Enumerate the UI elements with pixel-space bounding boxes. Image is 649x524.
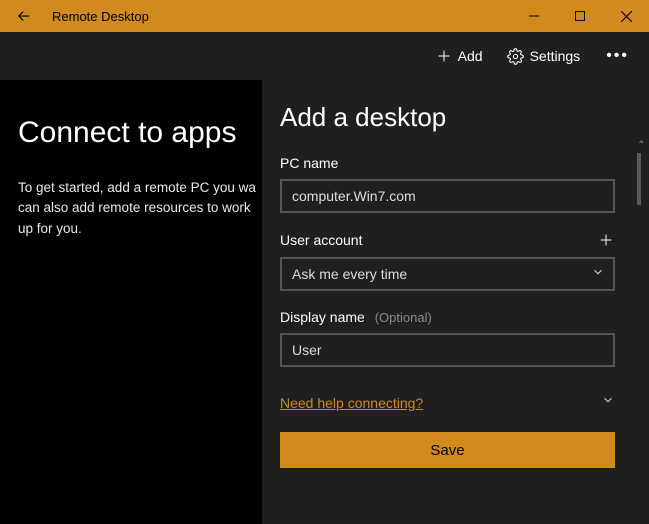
close-button[interactable] (603, 0, 649, 32)
chevron-down-icon (601, 393, 615, 407)
app-title: Remote Desktop (48, 9, 511, 24)
pc-name-label: PC name (280, 155, 615, 171)
titlebar: Remote Desktop (0, 0, 649, 32)
user-account-select[interactable] (280, 257, 615, 291)
maximize-icon (575, 11, 585, 21)
close-icon (621, 11, 632, 22)
settings-button[interactable]: Settings (497, 42, 591, 71)
minimize-icon (529, 11, 539, 21)
add-label: Add (458, 48, 483, 64)
display-name-input[interactable] (280, 333, 615, 367)
panel-heading: Add a desktop (280, 102, 615, 133)
help-link[interactable]: Need help connecting? (280, 395, 423, 411)
add-user-account-button[interactable] (597, 231, 615, 249)
pc-name-input[interactable] (280, 179, 615, 213)
page-title: Connect to apps (18, 116, 262, 150)
plus-icon (598, 232, 614, 248)
ellipsis-icon: ••• (606, 47, 629, 64)
pc-name-field: PC name (280, 155, 615, 213)
maximize-button[interactable] (557, 0, 603, 32)
add-desktop-panel: ⌃ Add a desktop PC name User account (262, 80, 649, 524)
more-button[interactable]: ••• (594, 41, 641, 71)
expand-more-button[interactable] (601, 393, 615, 412)
scrollbar[interactable]: ⌃ (637, 140, 641, 207)
user-account-label: User account (280, 232, 362, 248)
optional-hint: (Optional) (375, 310, 432, 325)
scroll-thumb[interactable] (637, 153, 641, 205)
toolbar: Add Settings ••• (0, 32, 649, 80)
settings-label: Settings (530, 48, 581, 64)
plus-icon (436, 48, 452, 64)
back-button[interactable] (0, 0, 48, 32)
page-description: To get started, add a remote PC you wa c… (18, 178, 262, 239)
add-button[interactable]: Add (426, 42, 493, 70)
main-content: Connect to apps To get started, add a re… (0, 80, 262, 524)
save-button[interactable]: Save (280, 432, 615, 468)
gear-icon (507, 48, 524, 65)
arrow-left-icon (15, 7, 33, 25)
window-controls (511, 0, 649, 32)
user-account-field: User account (280, 231, 615, 291)
scroll-up-icon: ⌃ (637, 140, 641, 151)
minimize-button[interactable] (511, 0, 557, 32)
display-name-label: Display name (Optional) (280, 309, 615, 325)
display-name-field: Display name (Optional) (280, 309, 615, 367)
